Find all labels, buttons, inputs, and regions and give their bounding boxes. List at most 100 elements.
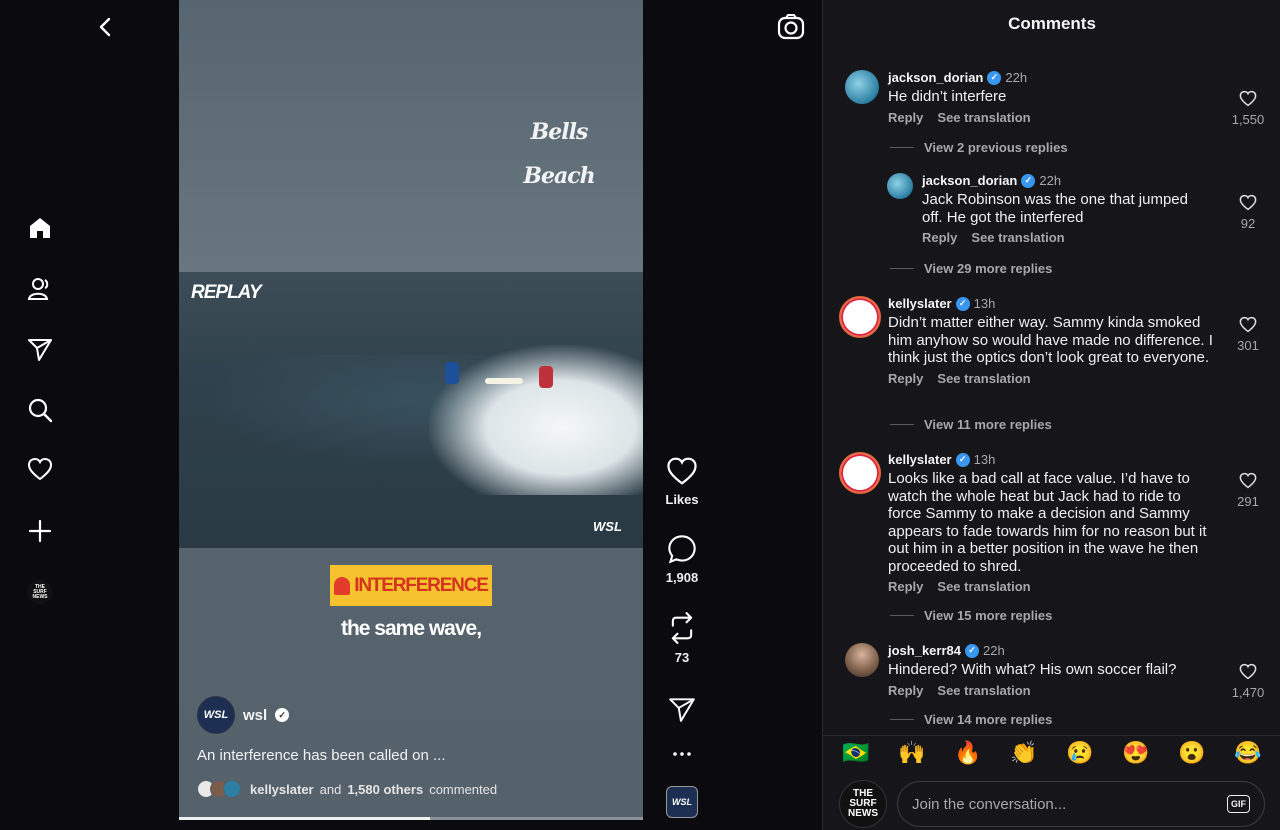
nav-following[interactable] (26, 275, 54, 303)
avatar[interactable] (845, 70, 879, 104)
nav-send[interactable] (26, 335, 54, 363)
video-player[interactable]: Bells Beach REPLAY WSL INTERFERENCE the … (179, 0, 643, 820)
view-replies-link[interactable]: View 11 more replies (890, 417, 1052, 432)
comment-username[interactable]: jackson_dorian ✓ 22h (922, 173, 1212, 188)
post-caption[interactable]: An interference has been called on ... (197, 747, 446, 764)
comments-panel: Comments jackson_dorian ✓ 22h He didn’t in… (822, 0, 1280, 830)
reply-link[interactable]: Reply (888, 683, 923, 698)
username-text: kellyslater (888, 452, 952, 467)
comment-body: kellyslater ✓ 13h Didn’t matter either way… (888, 296, 1223, 386)
comment-like-button[interactable]: 301 (1223, 316, 1273, 353)
my-avatar: THE SURF NEWS (839, 780, 887, 828)
nav-home[interactable] (26, 214, 54, 242)
comment-like-count: 1,550 (1231, 112, 1265, 127)
share-button[interactable] (652, 695, 712, 723)
comment-actions: Reply See translation (922, 230, 1212, 245)
comment-actions: Reply See translation (888, 683, 1218, 698)
left-nav: THE SURF NEWS (0, 0, 111, 830)
comment-time: 22h (1005, 70, 1028, 85)
translation-link[interactable]: See translation (937, 110, 1030, 125)
comment-time: 22h (1039, 173, 1062, 188)
view-replies-link[interactable]: View 15 more replies (890, 608, 1052, 623)
reposts-count: 73 (674, 650, 690, 665)
reaction-raised-hands[interactable]: 🙌 (897, 740, 927, 769)
post-author[interactable]: WSL wsl ✓ (197, 696, 290, 734)
translation-link[interactable]: See translation (971, 230, 1064, 245)
comment-icon (668, 535, 696, 564)
action-column: Likes 1,908 73 WSL (652, 0, 712, 830)
translation-link[interactable]: See translation (937, 371, 1030, 386)
gif-button[interactable]: GIF (1227, 795, 1250, 813)
avatar[interactable] (887, 173, 913, 199)
comment-time: 22h (983, 643, 1005, 658)
reaction-flag[interactable]: 🇧🇷 (841, 740, 871, 769)
repost-button[interactable]: 73 (652, 612, 712, 665)
comment-like-button[interactable]: 291 (1223, 472, 1273, 509)
comment-time: 13h (973, 452, 996, 467)
reaction-wow[interactable]: 😮 (1177, 740, 1207, 769)
comment-button[interactable]: 1,908 (652, 534, 712, 585)
commenters-summary[interactable]: kellyslater and 1,580 others commented (197, 780, 497, 798)
home-icon (30, 218, 50, 238)
camera-button[interactable] (776, 12, 806, 42)
comment-like-count: 301 (1237, 338, 1259, 353)
reaction-clap[interactable]: 👏 (1009, 740, 1039, 769)
interference-text: INTERFERENCE (354, 574, 489, 596)
comment-body: jackson_dorian ✓ 22h Jack Robinson was the… (922, 173, 1212, 245)
comment-like-button[interactable]: 1,470 (1223, 663, 1273, 700)
comments-list[interactable]: jackson_dorian ✓ 22h He didn’t interfere R… (823, 60, 1280, 726)
reply-link[interactable]: Reply (888, 579, 923, 594)
comment-item: kellyslater ✓ 13h Didn’t matter either way… (839, 296, 1223, 386)
surfer-figure (539, 366, 553, 388)
nav-search[interactable] (26, 396, 54, 424)
comment-like-count: 291 (1237, 494, 1259, 509)
comment-like-button[interactable]: 1,550 (1223, 90, 1273, 127)
author-avatar[interactable]: WSL (197, 696, 235, 734)
reaction-laugh[interactable]: 😂 (1233, 740, 1263, 769)
view-replies-link[interactable]: View 29 more replies (890, 261, 1052, 276)
nav-profile-avatar[interactable]: THE SURF NEWS (28, 580, 52, 604)
surfboard (485, 378, 523, 384)
comment-item: jackson_dorian ✓ 22h He didn’t interfere R… (845, 70, 1218, 125)
avatar[interactable] (839, 452, 881, 494)
comment-body: josh_kerr84 ✓ 22h Hindered? With what? His… (888, 643, 1218, 698)
reaction-heart-eyes[interactable]: 😍 (1121, 740, 1151, 769)
comment-username[interactable]: jackson_dorian ✓ 22h (888, 70, 1218, 85)
view-replies-link[interactable]: View 14 more replies (890, 712, 1052, 726)
video-subtitle: the same wave, (340, 617, 482, 640)
heart-icon (1239, 194, 1257, 211)
nav-create[interactable] (26, 517, 54, 545)
avatar[interactable] (839, 296, 881, 338)
translation-link[interactable]: See translation (937, 579, 1030, 594)
verified-icon: ✓ (965, 643, 979, 658)
reply-link[interactable]: Reply (922, 230, 957, 245)
reaction-fire[interactable]: 🔥 (953, 740, 983, 769)
view-replies-link[interactable]: View 2 previous replies (890, 140, 1068, 155)
like-button[interactable]: Likes (652, 456, 712, 507)
comment-username[interactable]: kellyslater ✓ 13h (888, 296, 1223, 311)
commenter-suffix: commented (429, 781, 498, 797)
logo-line: NEWS (32, 593, 48, 600)
comment-like-button[interactable]: 92 (1223, 194, 1273, 231)
avatar[interactable] (845, 643, 879, 677)
profile-icon (27, 278, 49, 300)
comment-input[interactable] (912, 795, 1212, 813)
back-button[interactable] (94, 14, 118, 40)
reply-link[interactable]: Reply (888, 371, 923, 386)
audio-thumbnail[interactable]: WSL (666, 786, 698, 818)
wsl-watermark: WSL (593, 519, 622, 534)
commenter-lead: kellyslater (250, 781, 314, 797)
translation-link[interactable]: See translation (937, 683, 1030, 698)
video-progress-bar[interactable] (179, 817, 643, 820)
more-button[interactable] (652, 744, 712, 764)
heart-icon (1239, 316, 1257, 333)
commenter-others: 1,580 others (347, 781, 424, 797)
comment-input-box: GIF (897, 781, 1265, 827)
heart-icon (1239, 90, 1257, 107)
author-name[interactable]: wsl (243, 707, 267, 724)
reply-link[interactable]: Reply (888, 110, 923, 125)
comment-username[interactable]: kellyslater ✓ 13h (888, 452, 1218, 467)
comment-username[interactable]: josh_kerr84 ✓ 22h (888, 643, 1218, 658)
nav-activity[interactable] (26, 456, 54, 484)
reaction-cry[interactable]: 😢 (1065, 740, 1095, 769)
